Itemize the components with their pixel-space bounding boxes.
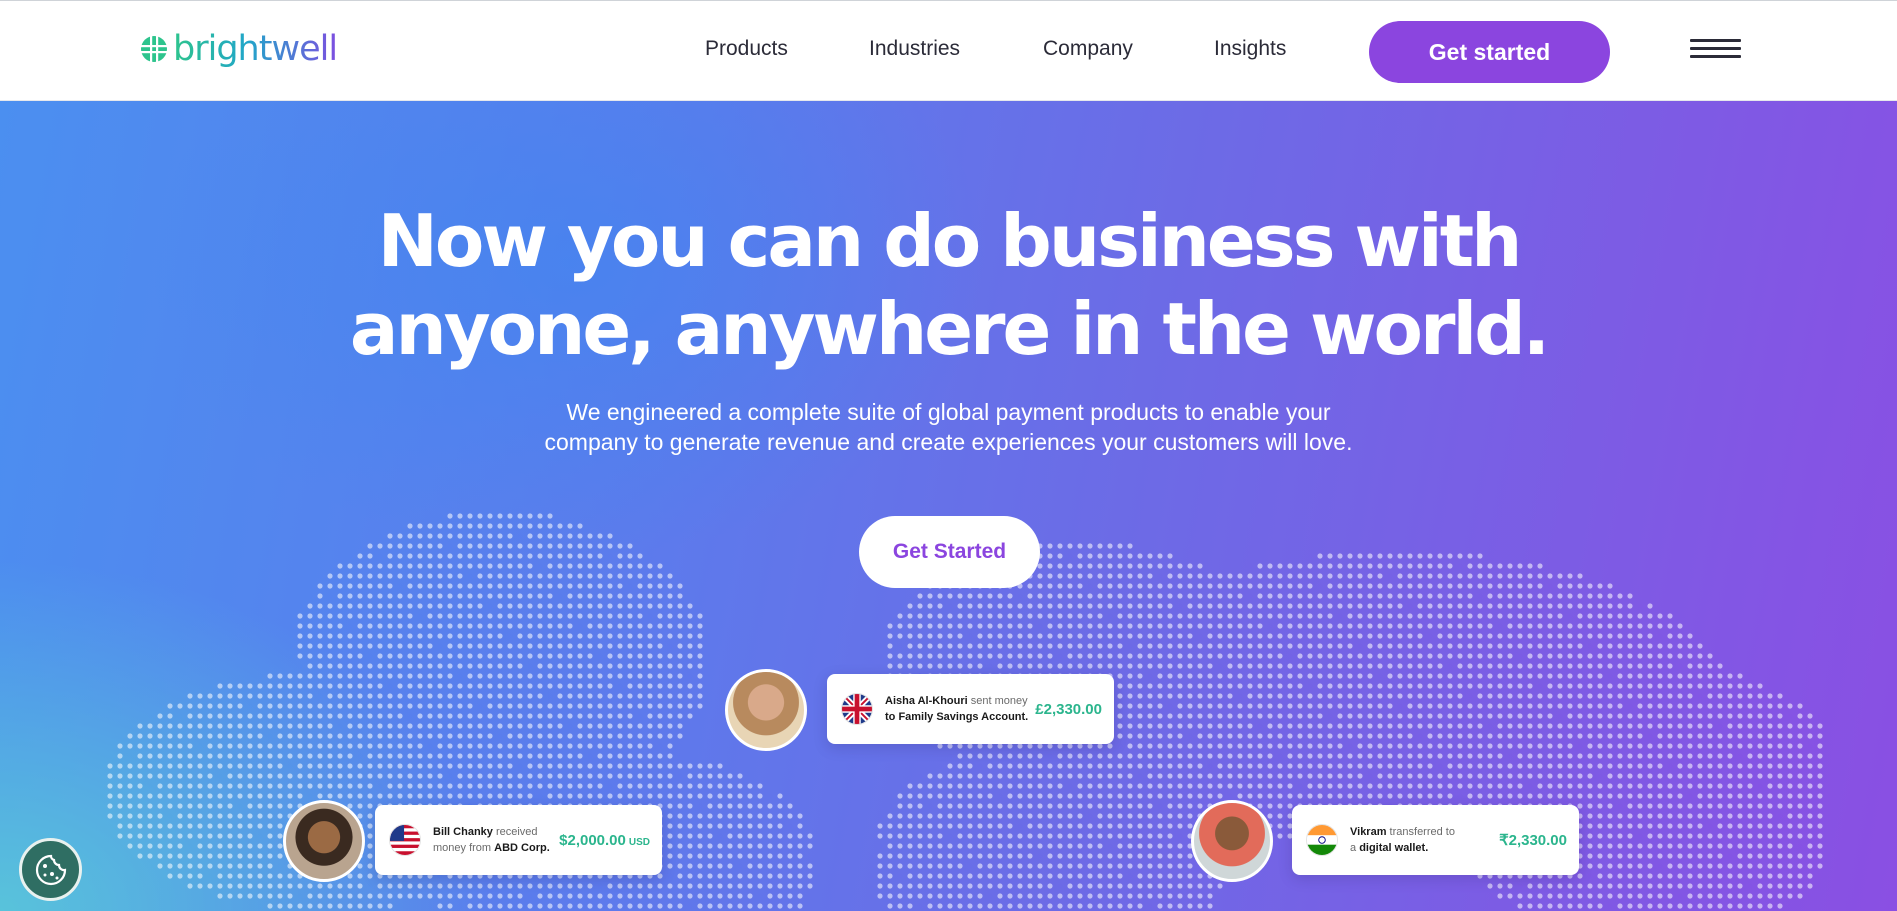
- nav-company[interactable]: Company: [1043, 37, 1133, 61]
- hero-headline-line1: Now you can do business with: [377, 199, 1523, 283]
- logo-text: brightwell: [173, 29, 338, 69]
- vikram-avatar: [1191, 800, 1273, 882]
- sender-name: Vikram: [1350, 826, 1387, 838]
- aisha-avatar: [725, 669, 807, 751]
- card-action: received: [492, 826, 538, 838]
- get-started-header-button[interactable]: Get started: [1369, 21, 1610, 83]
- amount-number: $2,000.00: [559, 831, 626, 849]
- card-action: sent money: [967, 695, 1028, 707]
- hero-subtitle-line2: company to generate revenue and create e…: [544, 429, 1353, 455]
- transaction-card-bill: Bill Chanky received money from ABD Corp…: [375, 805, 662, 875]
- card-detail: digital wallet.: [1359, 842, 1429, 854]
- card-text: Aisha Al-Khouri sent money to Family Sav…: [885, 693, 1028, 725]
- card-action: transferred to: [1386, 826, 1455, 838]
- card-text: Vikram transferred to a digital wallet.: [1350, 824, 1455, 856]
- sender-name: Aisha Al-Khouri: [885, 695, 968, 707]
- amount-value: $2,000.00 USD: [559, 832, 650, 849]
- cookie-settings-button[interactable]: [19, 838, 82, 901]
- hero-headline-line2: anyone, anywhere in the world.: [349, 287, 1550, 371]
- transaction-card-aisha: Aisha Al-Khouri sent money to Family Sav…: [827, 674, 1114, 744]
- amount-value: ₹2,330.00: [1499, 832, 1567, 849]
- nav-industries[interactable]: Industries: [869, 37, 960, 61]
- us-flag-icon: [389, 824, 421, 856]
- get-started-hero-button[interactable]: Get Started: [859, 516, 1040, 588]
- card-detail: to Family Savings Account.: [885, 711, 1029, 723]
- brightwell-logo[interactable]: brightwell: [139, 29, 338, 69]
- card-text: Bill Chanky received money from ABD Corp…: [433, 824, 550, 856]
- nav-products[interactable]: Products: [705, 37, 788, 61]
- hero-subtitle-line1: We engineered a complete suite of global…: [566, 399, 1331, 425]
- sender-name: Bill Chanky: [433, 826, 493, 838]
- amount-currency: USD: [628, 836, 650, 848]
- card-detail-pre: money from: [433, 842, 495, 854]
- hero-section: Now you can do business with anyone, any…: [0, 101, 1897, 911]
- amount-value: £2,330.00: [1035, 700, 1102, 718]
- uk-flag-icon: [841, 693, 873, 725]
- hamburger-menu-icon[interactable]: [1690, 39, 1741, 61]
- bill-avatar: [283, 800, 365, 882]
- card-detail-pre: a: [1350, 842, 1360, 854]
- card-detail: ABD Corp.: [494, 842, 550, 854]
- nav-insights[interactable]: Insights: [1214, 37, 1286, 61]
- site-header: brightwell Products Industries Company I…: [0, 0, 1897, 101]
- cookie-icon: [35, 854, 66, 885]
- globe-logo-icon: [141, 36, 167, 62]
- transaction-card-vikram: Vikram transferred to a digital wallet. …: [1292, 805, 1579, 875]
- india-flag-icon: [1306, 824, 1338, 856]
